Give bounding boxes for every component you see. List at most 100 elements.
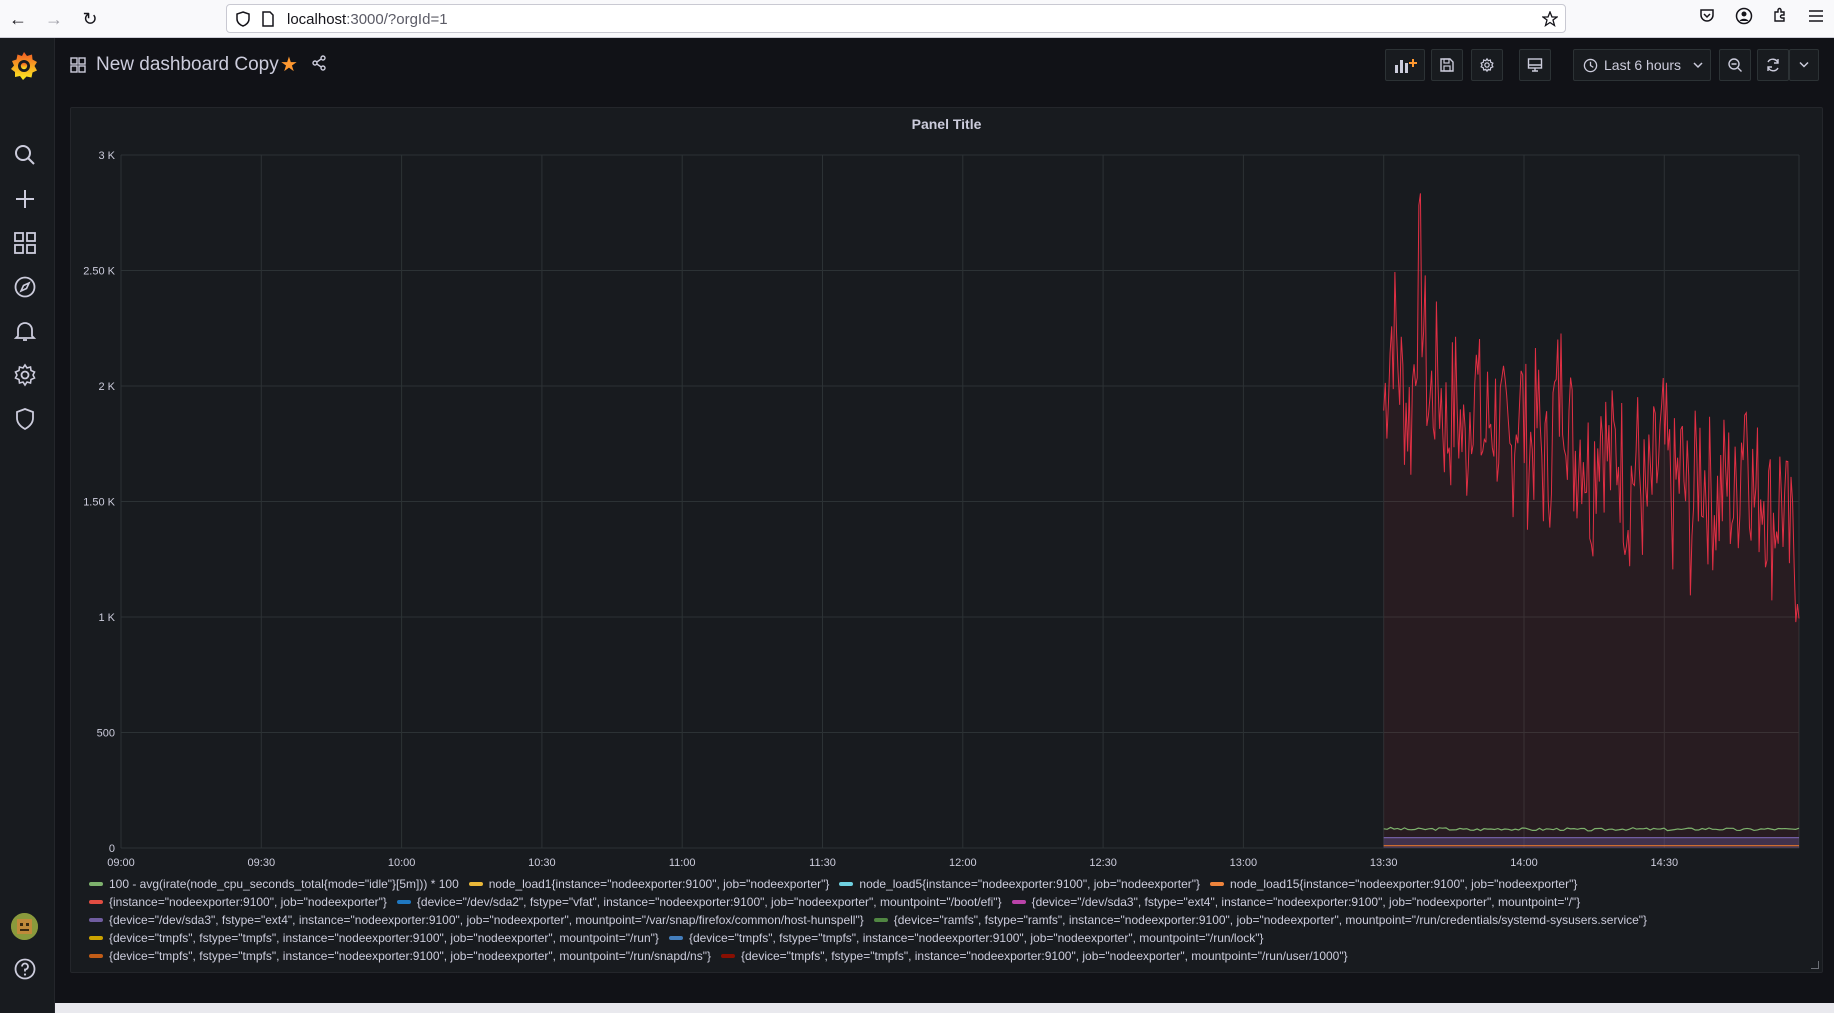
legend-row: {device="tmpfs", fstype="tmpfs", instanc… [89,949,1809,967]
legend-row: {device="/dev/sda3", fstype="ext4", inst… [89,913,1809,931]
search-icon[interactable] [12,142,38,168]
dashboard-header: New dashboard Copy ★ Last 6 hours [55,38,1834,92]
time-range-picker[interactable]: Last 6 hours [1573,49,1711,81]
legend-label[interactable]: {device="tmpfs", fstype="tmpfs", instanc… [741,949,1348,963]
shield-icon[interactable] [12,406,38,432]
refresh-interval-dropdown[interactable] [1789,49,1819,81]
avatar[interactable] [11,913,38,940]
legend-item[interactable]: {device="tmpfs", fstype="tmpfs", instanc… [89,949,711,963]
legend-label[interactable]: node_load5{instance="nodeexporter:9100",… [859,877,1200,891]
legend-item[interactable]: 100 - avg(irate(node_cpu_seconds_total{m… [89,877,459,891]
back-icon[interactable]: ← [6,7,30,31]
legend-swatch[interactable] [873,917,888,922]
dashboard-title[interactable]: New dashboard Copy [96,54,279,76]
legend-item[interactable]: {device="/dev/sda2", fstype="vfat", inst… [396,895,1002,909]
extensions-icon[interactable] [1768,7,1792,31]
legend-swatch[interactable] [396,899,411,904]
legend-swatch[interactable] [89,899,103,904]
add-panel-icon [1395,59,1417,73]
panel-title[interactable]: Panel Title [71,116,1822,132]
legend-swatch[interactable] [89,935,103,940]
legend-swatch[interactable] [89,953,103,958]
x-tick-label: 11:00 [669,857,696,869]
dashboard-grid-icon [70,57,86,73]
x-tick-label: 14:30 [1651,857,1679,869]
pocket-icon[interactable] [1695,7,1719,31]
legend-label[interactable]: 100 - avg(irate(node_cpu_seconds_total{m… [109,877,459,891]
legend-label[interactable]: {device="/dev/sda3", fstype="ext4", inst… [109,913,864,927]
legend-item[interactable]: {device="tmpfs", fstype="tmpfs", instanc… [720,949,1348,963]
favorite-star-icon[interactable]: ★ [280,52,298,77]
legend-label[interactable]: {device="tmpfs", fstype="tmpfs", instanc… [689,931,1264,945]
series-area-fill [1383,193,1799,848]
panel-resize-handle[interactable] [1811,961,1819,969]
x-tick-label: 13:00 [1230,857,1258,869]
legend-row: 100 - avg(irate(node_cpu_seconds_total{m… [89,877,1809,895]
legend-swatch[interactable] [468,881,483,886]
legend-item[interactable]: node_load1{instance="nodeexporter:9100",… [468,877,830,891]
zoom-out-button[interactable] [1719,49,1751,81]
legend-label[interactable]: {device="/dev/sda3", fstype="ext4", inst… [1032,895,1581,909]
series-area-fill [1383,837,1799,848]
legend-swatch[interactable] [89,917,103,922]
x-tick-label: 12:00 [949,857,977,869]
url-bar[interactable]: localhost:3000/?orgId=1 [226,4,1566,33]
shield-tracking-icon[interactable] [235,11,251,27]
share-icon[interactable] [311,55,327,71]
browser-toolbar: ← → ↻ localhost:3000/?orgId=1 [0,0,1834,38]
gear-icon[interactable] [12,362,38,388]
legend-item[interactable]: {device="ramfs", fstype="ramfs", instanc… [873,913,1647,927]
chart-legend: 100 - avg(irate(node_cpu_seconds_total{m… [89,877,1809,967]
legend-label[interactable]: node_load15{instance="nodeexporter:9100"… [1230,877,1577,891]
bottom-strip [55,1003,1834,1013]
monitor-icon [1527,58,1543,72]
y-tick-label: 1 K [98,612,115,624]
legend-swatch[interactable] [668,935,683,940]
x-tick-label: 09:30 [248,857,276,869]
y-tick-label: 500 [97,728,115,740]
legend-item[interactable]: {device="/dev/sda3", fstype="ext4", inst… [89,913,864,927]
legend-swatch[interactable] [89,881,103,886]
help-icon[interactable] [12,956,38,982]
legend-item[interactable]: {device="/dev/sda3", fstype="ext4", inst… [1011,895,1581,909]
bookmark-star-icon[interactable] [1542,11,1558,27]
legend-label[interactable]: {device="ramfs", fstype="ramfs", instanc… [894,913,1647,927]
chevron-down-icon [1799,61,1809,68]
plus-icon[interactable] [12,186,38,212]
reload-icon[interactable]: ↻ [78,7,102,31]
legend-item[interactable]: node_load5{instance="nodeexporter:9100",… [839,877,1200,891]
legend-label[interactable]: {instance="nodeexporter:9100", job="node… [109,895,387,909]
dashboard-settings-button[interactable] [1471,49,1503,81]
refresh-icon [1767,58,1779,72]
forward-icon[interactable]: → [42,7,66,31]
time-series-chart[interactable]: 0 500 1 K 1.50 K 2 K 2.50 K 3 K 09:00 09:30 10:00… [71,138,1824,870]
grafana-logo-icon[interactable] [8,50,40,82]
legend-row: {instance="nodeexporter:9100", job="node… [89,895,1809,913]
gear-icon [1480,57,1494,73]
x-tick-label: 11:30 [809,857,836,869]
legend-item[interactable]: node_load15{instance="nodeexporter:9100"… [1210,877,1577,891]
url-host: localhost [287,11,347,28]
menu-icon[interactable] [1804,7,1828,31]
legend-item[interactable]: {device="tmpfs", fstype="tmpfs", instanc… [668,931,1264,945]
legend-label[interactable]: {device="/dev/sda2", fstype="vfat", inst… [417,895,1002,909]
save-dashboard-button[interactable] [1431,49,1463,81]
account-icon[interactable] [1732,7,1756,31]
legend-label[interactable]: {device="tmpfs", fstype="tmpfs", instanc… [109,949,711,963]
legend-label[interactable]: node_load1{instance="nodeexporter:9100",… [489,877,830,891]
legend-swatch[interactable] [720,953,735,958]
page-info-icon[interactable] [261,11,275,27]
url-path: :3000/?orgId=1 [346,11,448,28]
legend-label[interactable]: {device="tmpfs", fstype="tmpfs", instanc… [109,931,659,945]
legend-swatch[interactable] [1210,881,1225,886]
alert-bell-icon[interactable] [12,318,38,344]
refresh-button[interactable] [1757,49,1789,81]
legend-swatch[interactable] [839,881,854,886]
legend-item[interactable]: {device="tmpfs", fstype="tmpfs", instanc… [89,931,659,945]
dashboards-icon[interactable] [12,230,38,256]
explore-icon[interactable] [12,274,38,300]
add-panel-button[interactable] [1385,49,1425,81]
legend-swatch[interactable] [1011,899,1026,904]
legend-item[interactable]: {instance="nodeexporter:9100", job="node… [89,895,387,909]
cycle-view-mode-button[interactable] [1519,49,1551,81]
